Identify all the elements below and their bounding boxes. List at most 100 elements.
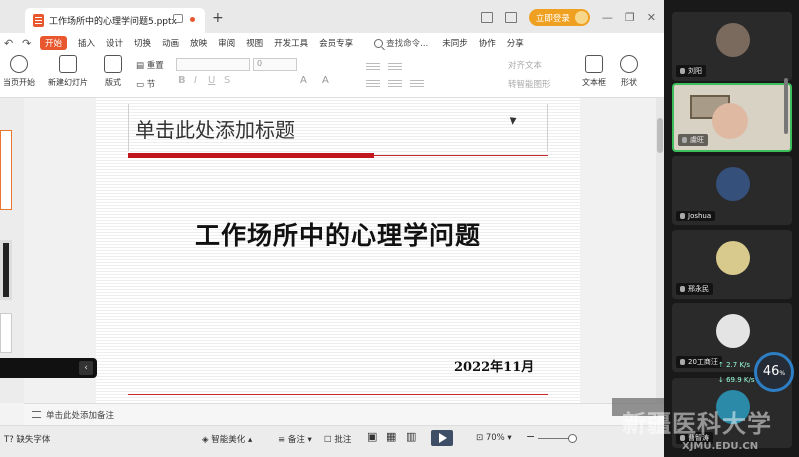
align-right-icon[interactable] [410,80,424,81]
smartart-button[interactable]: 转智能图形 [508,78,551,90]
normal-view-icon[interactable]: ▣ [367,430,377,443]
numbering-icon[interactable] [388,63,402,64]
tab-review[interactable]: 审阅 [218,37,235,49]
notes-pane[interactable]: 单击此处添加备注 [24,403,664,425]
reading-view-icon[interactable]: ▥ [406,430,416,443]
cpu-usage-gauge[interactable]: 46% [754,352,794,392]
reset-label: 重置 [146,61,164,71]
section-button[interactable]: ▭ 节 [136,78,155,90]
slide-main-title[interactable]: 工作场所中的心理学问题 [96,216,580,252]
participant-card-active-speaker[interactable]: 虞旺 [672,83,792,152]
font-name-box[interactable] [176,58,250,71]
tab-insert[interactable]: 插入 [78,37,95,49]
textbox-button[interactable]: 文本框 [582,55,606,88]
participant-avatar [716,23,750,57]
from-current-slide-button[interactable]: 当页开始 [3,55,35,88]
university-watermark: 新疆医科大学 [622,410,772,438]
font-size-value: 0 [257,59,263,68]
font-color-icon[interactable]: A [300,75,307,86]
participants-scrollbar[interactable] [784,78,788,134]
login-button[interactable]: 立即登录 [528,9,590,26]
wps-presentation-window: 工作场所中的心理学问题5.pptx + 立即登录 — ❐ ✕ ↶ ↷ 开始 插入… [0,0,664,457]
bullets-icon[interactable] [366,63,380,64]
comments-button[interactable]: ☐ 批注 [324,433,351,445]
participant-card[interactable]: 刘阳 [672,12,792,81]
restore-icon[interactable]: ❐ [625,12,635,23]
tab-view[interactable]: 视图 [246,37,263,49]
section-label: 节 [146,80,156,90]
scrollbar-thumb[interactable] [657,118,663,153]
zoom-out-icon[interactable]: − [526,430,535,443]
new-tab-plus-icon[interactable]: + [212,10,224,26]
tab-slideshow[interactable]: 放映 [190,37,207,49]
command-search[interactable]: 查找命令... [374,37,428,49]
tab-design[interactable]: 设计 [106,37,123,49]
zoom-slider-handle[interactable] [568,434,577,443]
align-text-button[interactable]: 对齐文本 [508,59,542,71]
redo-icon[interactable]: ↷ [22,37,34,50]
textbox-icon [585,55,603,73]
document-tab[interactable]: 工作场所中的心理学问题5.pptx [25,8,205,33]
cpu-unit: % [779,370,786,377]
title-bar: 工作场所中的心理学问题5.pptx + 立即登录 — ❐ ✕ [0,0,664,33]
tab-member[interactable]: 会员专享 [319,37,353,49]
upload-value: 2.7 [726,361,738,369]
minimize-icon[interactable]: — [602,12,613,23]
collapsed-toolbar[interactable]: ‹ [0,358,97,378]
tab-animation[interactable]: 动画 [162,37,179,49]
share-button[interactable]: 分享 [507,37,524,49]
align-left-icon[interactable] [366,80,380,81]
textbox-label: 文本框 [582,78,606,87]
status-bar: T? 缺失字体 ◈ 智能美化 ▴ ≡ 备注 ▾ ☐ 批注 ▣ ▦ ▥ ⊡ 70%… [0,425,664,457]
title-underline-thin [374,155,548,156]
tab-developer[interactable]: 开发工具 [274,37,308,49]
align-center-icon[interactable] [388,80,402,81]
new-slide-button[interactable]: 新建幻灯片 [48,55,88,88]
reset-button[interactable]: ▤ 重置 [136,59,164,71]
underline-icon[interactable]: U [208,75,215,86]
layout-toggle-icon[interactable] [480,12,493,23]
beautify-button[interactable]: ◈ 智能美化 ▴ [202,433,252,445]
undo-icon[interactable]: ↶ [4,37,16,50]
slide-title-placeholder[interactable]: 单击此处添加标题 [128,104,548,151]
screen-icon[interactable] [173,14,183,23]
tab-start[interactable]: 开始 [40,36,68,50]
title-underline-bar [128,153,374,158]
play-slideshow-button[interactable] [431,430,453,446]
zoom-value: 70% [485,433,505,443]
bold-icon[interactable]: B [178,75,186,86]
participant-card[interactable]: 邢永民 [672,230,792,299]
close-icon[interactable]: ✕ [647,12,656,23]
participant-name: 刘阳 [676,65,706,77]
text-effect-icon[interactable]: A [322,75,329,86]
shape-button[interactable]: 形状 [620,55,638,88]
layout-button[interactable]: 版式 [104,55,122,88]
zoom-level[interactable]: ⊡ 70% ▾ [476,433,512,443]
sorter-view-icon[interactable]: ▦ [386,430,396,443]
tab-transition[interactable]: 切换 [134,37,151,49]
vertical-scrollbar[interactable] [656,98,664,403]
notes-button[interactable]: ≡ 备注 ▾ [278,433,312,445]
sync-status[interactable]: 未同步 [442,37,468,49]
grid-view-icon[interactable] [504,12,517,23]
italic-icon[interactable]: I [194,75,197,86]
font-size-box[interactable]: 0 [253,58,297,71]
collab-button[interactable]: 协作 [479,37,496,49]
ribbon: 当页开始 新建幻灯片 版式 ▤ 重置 ▭ 节 0 B I U S A A 对齐文… [0,53,664,98]
slide-thumbnail[interactable] [0,240,12,300]
upload-unit: K/s [739,361,751,369]
screen: 工作场所中的心理学问题5.pptx + 立即登录 — ❐ ✕ ↶ ↷ 开始 插入… [0,0,799,457]
slide-thumbnail-selected[interactable] [0,130,12,210]
missing-font-button[interactable]: T? 缺失字体 [4,433,50,445]
slide-date[interactable]: 2022年11月 [454,356,534,375]
window-controls: 立即登录 — ❐ ✕ [480,9,656,26]
participant-video [712,103,748,139]
slide-bottom-line [128,394,548,395]
participant-card[interactable]: Joshua [672,156,792,225]
slide-thumbnail[interactable] [0,313,12,353]
upload-speed: ↑ 2.7 K/s [718,361,751,369]
download-value: 69.9 [726,376,742,384]
chevron-left-icon[interactable]: ‹ [79,361,93,375]
strike-icon[interactable]: S [224,75,230,86]
participant-name: 邢永民 [676,283,713,295]
